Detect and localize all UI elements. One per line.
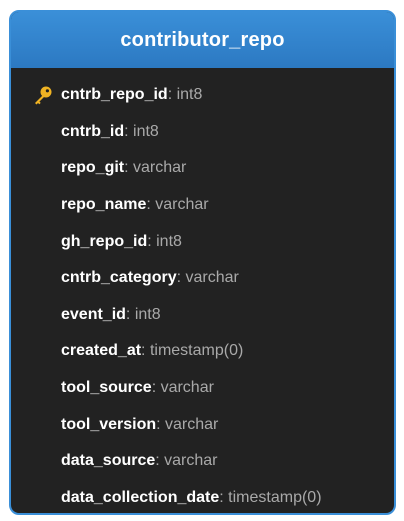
field-type: : varchar xyxy=(155,452,218,470)
field-name: created_at xyxy=(61,342,142,360)
field-row-tool-version[interactable]: tool_version: varchar xyxy=(11,406,394,443)
field-row-data-collection-date[interactable]: data_collection_date: timestamp(0) xyxy=(11,480,394,513)
field-type: : varchar xyxy=(176,269,239,287)
field-name: tool_source xyxy=(61,379,152,397)
field-row-event-id[interactable]: event_id: int8 xyxy=(11,297,394,334)
table-header[interactable]: contributor_repo xyxy=(11,12,394,68)
diagram-canvas: contributor_repo cntrb_repo_id: int8 cnt… xyxy=(0,0,404,521)
field-row-cntrb-repo-id[interactable]: cntrb_repo_id: int8 xyxy=(11,77,394,114)
field-name: data_collection_date xyxy=(61,488,220,506)
field-name: cntrb_repo_id xyxy=(61,86,168,104)
field-row-cntrb-id[interactable]: cntrb_id: int8 xyxy=(11,114,394,151)
field-row-data-source[interactable]: data_source: varchar xyxy=(11,443,394,480)
field-name: repo_git xyxy=(61,159,125,177)
field-type: : timestamp(0) xyxy=(141,342,244,360)
field-type: : int8 xyxy=(167,86,203,104)
field-name: gh_repo_id xyxy=(61,232,148,250)
field-row-repo-name[interactable]: repo_name: varchar xyxy=(11,187,394,224)
field-list: cntrb_repo_id: int8 cntrb_id: int8 repo_… xyxy=(11,68,394,513)
field-type: : int8 xyxy=(124,122,159,140)
field-type: : varchar xyxy=(146,196,209,214)
field-row-cntrb-category[interactable]: cntrb_category: varchar xyxy=(11,260,394,297)
table-entity[interactable]: contributor_repo cntrb_repo_id: int8 cnt… xyxy=(9,10,396,515)
field-name: cntrb_category xyxy=(61,269,177,287)
key-icon xyxy=(32,85,54,107)
field-type: : varchar xyxy=(156,415,219,433)
table-title: contributor_repo xyxy=(120,28,285,51)
field-row-created-at[interactable]: created_at: timestamp(0) xyxy=(11,333,394,370)
field-name: tool_version xyxy=(61,415,157,433)
field-row-repo-git[interactable]: repo_git: varchar xyxy=(11,150,394,187)
field-name: data_source xyxy=(61,452,156,470)
field-name: cntrb_id xyxy=(61,122,125,140)
field-name: event_id xyxy=(61,305,126,323)
field-type: : varchar xyxy=(124,159,187,177)
field-type: : varchar xyxy=(151,379,214,397)
field-type: : timestamp(0) xyxy=(219,488,322,506)
field-row-gh-repo-id[interactable]: gh_repo_id: int8 xyxy=(11,223,394,260)
field-name: repo_name xyxy=(61,196,147,214)
field-type: : int8 xyxy=(147,232,182,250)
field-row-tool-source[interactable]: tool_source: varchar xyxy=(11,370,394,407)
field-type: : int8 xyxy=(125,305,161,323)
